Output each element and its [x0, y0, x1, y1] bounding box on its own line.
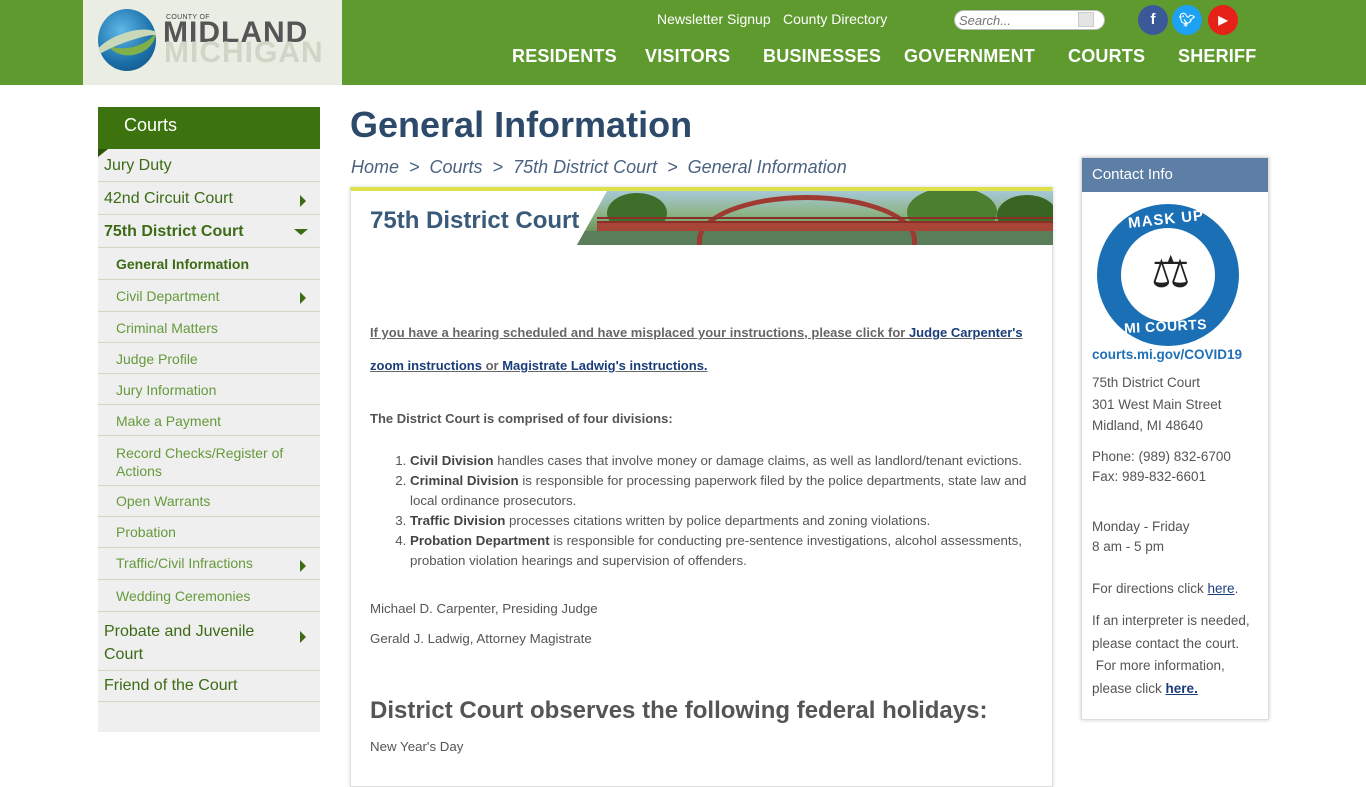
contact-address: 75th District Court 301 West Main Street…	[1092, 375, 1222, 433]
twitter-icon[interactable]: 🐦︎	[1172, 5, 1202, 35]
contact-info-header: Contact Info	[1082, 158, 1268, 192]
expand-arrow-icon[interactable]	[300, 292, 306, 304]
fax-number: Fax: 989-832-6601	[1092, 469, 1207, 484]
directions-text: For directions click here.	[1092, 581, 1239, 596]
expand-arrow-icon[interactable]	[300, 195, 306, 207]
sidebar-item-civil-department[interactable]: Civil Department	[98, 280, 320, 312]
search-box	[954, 10, 1105, 30]
nav-businesses[interactable]: BUSINESSES	[763, 46, 881, 67]
notice-line-1: If you have a hearing scheduled and have…	[370, 325, 1023, 340]
sidebar-item-probate-juvenile[interactable]: Probate and Juvenile Court	[98, 612, 320, 671]
sidebar-item-record-checks[interactable]: Record Checks/Register of Actions	[98, 436, 320, 486]
logo-michigan-text: MICHIGAN	[164, 36, 324, 69]
list-item: Civil Division handles cases that involv…	[410, 451, 1031, 471]
interpreter-text: If an interpreter is needed, please cont…	[1092, 613, 1250, 696]
sidebar-title[interactable]: Courts	[98, 107, 320, 157]
interpreter-info-link[interactable]: here.	[1166, 681, 1198, 696]
search-button[interactable]	[1078, 12, 1094, 27]
divisions-list: Civil Division handles cases that involv…	[391, 451, 1031, 571]
list-item: Probation Department is responsible for …	[410, 531, 1031, 571]
nav-government[interactable]: GOVERNMENT	[904, 46, 1035, 67]
notice-line-2: zoom instructions or Magistrate Ladwig's…	[370, 358, 708, 373]
expand-arrow-icon[interactable]	[300, 560, 306, 572]
site-header: COUNTY OF MIDLAND MICHIGAN Newsletter Si…	[0, 0, 1366, 85]
panel-heading: 75th District Court	[370, 207, 580, 234]
sidebar-item-judge-profile[interactable]: Judge Profile	[98, 343, 320, 374]
list-item: Traffic Division processes citations wri…	[410, 511, 1031, 531]
sidebar-item-jury-duty[interactable]: Jury Duty	[98, 149, 320, 182]
sidebar-item-criminal-matters[interactable]: Criminal Matters	[98, 312, 320, 343]
expand-arrow-icon[interactable]	[300, 631, 306, 643]
facebook-icon[interactable]: f	[1138, 5, 1168, 35]
sidebar-nav: Courts Jury Duty 42nd Circuit Court 75th…	[98, 107, 320, 732]
office-hours: Monday - Friday 8 am - 5 pm	[1092, 519, 1190, 554]
magistrate-ladwig-link[interactable]: Magistrate Ladwig's instructions.	[502, 358, 707, 373]
list-item: Criminal Division is responsible for pro…	[410, 471, 1031, 511]
breadcrumb-current: General Information	[687, 157, 847, 177]
county-directory-link[interactable]: County Directory	[783, 11, 887, 27]
logo-emblem-icon	[98, 9, 156, 71]
contact-phone-fax: Phone: (989) 832-6700 Fax: 989-832-6601	[1092, 447, 1231, 487]
breadcrumb-home[interactable]: Home	[351, 157, 399, 177]
bridge-banner-image	[577, 191, 1053, 245]
nav-visitors[interactable]: VISITORS	[645, 46, 730, 67]
judge-carpenter-link[interactable]: Judge Carpenter's	[909, 325, 1023, 340]
nav-courts[interactable]: COURTS	[1068, 46, 1145, 67]
contact-info-box: Contact Info ⚖ MASK UP MI COURTS courts.…	[1081, 157, 1269, 720]
presiding-judge: Michael D. Carpenter, Presiding Judge	[370, 601, 598, 616]
sidebar-item-75th-district[interactable]: 75th District Court	[98, 215, 320, 248]
sidebar-item-traffic-civil-infractions[interactable]: Traffic/Civil Infractions	[98, 548, 320, 580]
county-logo[interactable]: COUNTY OF MIDLAND MICHIGAN	[83, 0, 342, 85]
sidebar-item-42nd-circuit[interactable]: 42nd Circuit Court	[98, 182, 320, 215]
sidebar-item-wedding-ceremonies[interactable]: Wedding Ceremonies	[98, 580, 320, 612]
breadcrumb-courts[interactable]: Courts	[430, 157, 483, 177]
sidebar-item-open-warrants[interactable]: Open Warrants	[98, 486, 320, 517]
youtube-icon[interactable]: ▶	[1208, 5, 1238, 35]
breadcrumb: Home > Courts >75th District Court > General …	[351, 157, 847, 177]
nav-sheriff[interactable]: SHERIFF	[1178, 46, 1256, 67]
holiday-item: New Year's Day	[370, 739, 464, 754]
sidebar-item-friend-of-the-court[interactable]: Friend of the Court	[98, 671, 320, 702]
content-panel: 75th District Court If you have a hearin…	[350, 187, 1053, 787]
sidebar-item-jury-information[interactable]: Jury Information	[98, 374, 320, 405]
directions-link[interactable]: here	[1208, 581, 1235, 596]
sidebar-item-general-information[interactable]: General Information	[98, 248, 320, 280]
collapse-arrow-icon[interactable]	[294, 229, 308, 235]
page-title: General Information	[350, 104, 693, 145]
covid-link[interactable]: courts.mi.gov/COVID19	[1092, 347, 1242, 362]
holidays-heading: District Court observes the following fe…	[370, 697, 988, 724]
newsletter-signup-link[interactable]: Newsletter Signup	[657, 11, 771, 27]
nav-residents[interactable]: RESIDENTS	[512, 46, 617, 67]
attorney-magistrate: Gerald J. Ladwig, Attorney Magistrate	[370, 631, 592, 646]
search-input[interactable]	[959, 13, 1077, 28]
zoom-instructions-link[interactable]: zoom instructions	[370, 358, 482, 373]
mask-up-badge-icon[interactable]: ⚖ MASK UP MI COURTS	[1097, 204, 1239, 346]
phone-number[interactable]: Phone: (989) 832-6700	[1092, 447, 1231, 467]
breadcrumb-75th-district[interactable]: 75th District Court	[513, 157, 657, 177]
mask-bottom-text: MI COURTS	[1123, 315, 1208, 337]
lady-justice-icon: ⚖	[1151, 248, 1191, 297]
sidebar-item-probation[interactable]: Probation	[98, 517, 320, 548]
sidebar-item-make-a-payment[interactable]: Make a Payment	[98, 405, 320, 436]
divisions-heading: The District Court is comprised of four …	[370, 411, 673, 426]
